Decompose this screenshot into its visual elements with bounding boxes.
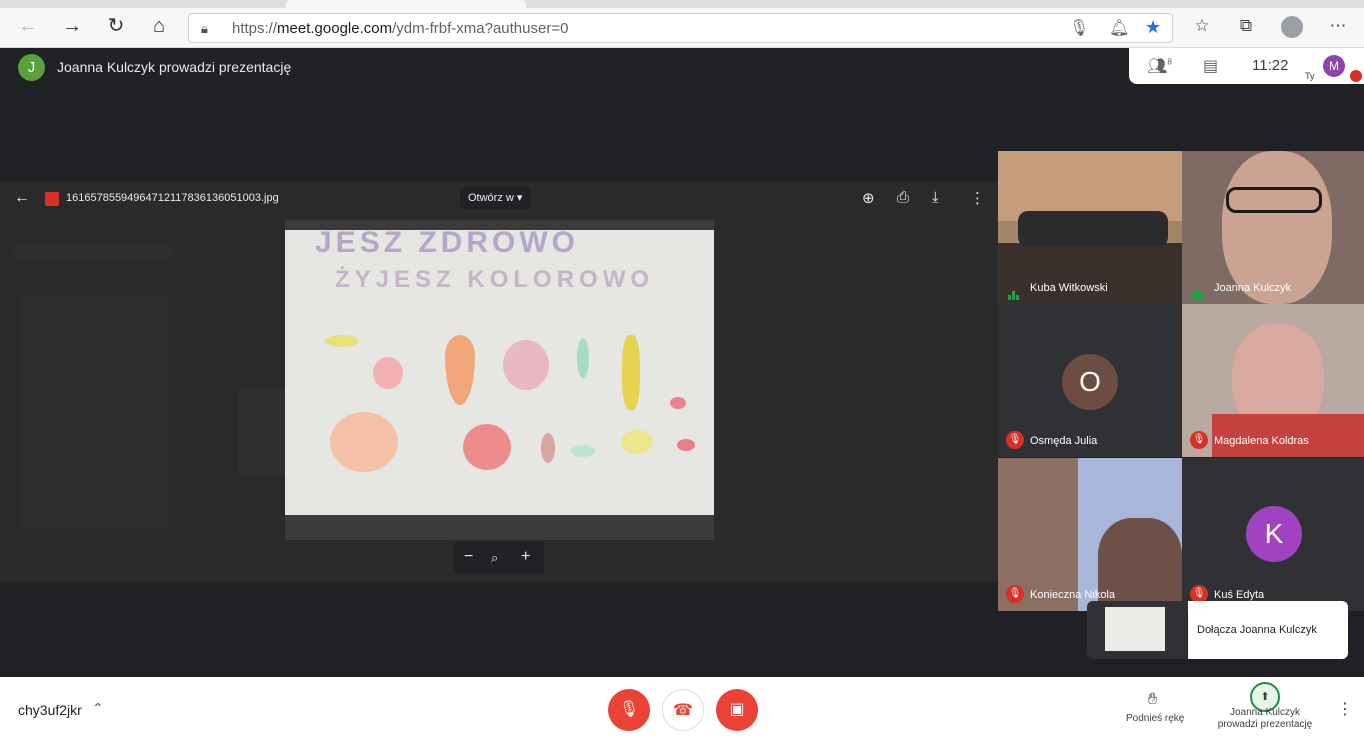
drawing-tomato <box>463 424 511 470</box>
mic-off-icon: 🎙︎ <box>1190 431 1208 449</box>
presenter-text: Joanna Kulczyk prowadzi prezentację <box>57 59 292 75</box>
video-feed <box>998 243 1182 304</box>
join-notification: Dołącza Joanna Kulczyk <box>1188 601 1348 659</box>
drawing-carrot <box>445 335 475 405</box>
tab-strip <box>0 0 1364 8</box>
raise-hand-icon[interactable]: ✋︎ <box>1148 691 1157 709</box>
background-blur <box>239 387 285 477</box>
photo-bottom-edge <box>285 515 714 540</box>
download-icon[interactable]: ⤓ <box>932 189 939 206</box>
participant-tile[interactable]: Kuba Witkowski <box>998 151 1182 304</box>
shared-screen: ← 16165785594964712117836136051003.jpg O… <box>0 182 998 582</box>
url-text: https://meet.google.com/ydm-frbf-xma?aut… <box>232 20 569 37</box>
control-bar: chy3uf2jkr ⌃ 🎙︎ ☎︎ ▣ ✋︎ Podnieś rękę ⬆ J… <box>0 677 1364 739</box>
profile-icon[interactable] <box>1281 16 1303 38</box>
drawing-lemon <box>325 335 359 347</box>
back-icon[interactable]: ← <box>16 14 40 38</box>
participant-tile[interactable]: O 🎙︎ Osmęda Julia <box>998 304 1182 457</box>
back-arrow-icon[interactable]: ← <box>14 189 30 207</box>
raise-hand-label: Podnieś rękę <box>1126 713 1185 724</box>
more-options-icon[interactable]: ⋮ <box>1337 699 1353 719</box>
zoom-out-icon[interactable]: − <box>464 548 473 566</box>
forward-icon[interactable]: → <box>60 14 84 38</box>
presenting-label: Joanna Kulczyk prowadzi prezentację <box>1217 707 1313 730</box>
zoom-controls: − ⌕ + <box>454 542 544 574</box>
participant-name: Konieczna Nikola <box>1030 589 1115 601</box>
meeting-info-panel: 👥︎8 ▤ 11:22 Ty M <box>1129 48 1364 84</box>
camera-toggle-button[interactable]: ▣ <box>716 689 758 731</box>
participant-tile[interactable]: 🎙︎ Magdalena Koldras <box>1182 304 1364 457</box>
self-view[interactable] <box>1087 601 1187 659</box>
more-vertical-icon[interactable]: ⋮ <box>970 189 985 207</box>
drawing-orange <box>330 412 398 472</box>
mic-off-icon: 🎙︎ <box>1006 431 1024 449</box>
file-name: 16165785594964712117836136051003.jpg <box>66 192 279 204</box>
mute-indicator-icon <box>1350 70 1362 82</box>
mic-icon[interactable]: 🎙︎ <box>1069 18 1089 38</box>
image-viewer-toolbar: ← 16165785594964712117836136051003.jpg O… <box>0 182 998 216</box>
open-with-button[interactable]: Otwórz w ▾ <box>460 187 531 209</box>
drawing-pear <box>621 430 653 454</box>
reload-icon[interactable]: ↻ <box>104 14 128 38</box>
chevron-up-icon[interactable]: ⌃ <box>92 700 104 717</box>
self-avatar[interactable]: M <box>1323 55 1345 77</box>
video-feed <box>1018 211 1168 247</box>
drawing-pea <box>571 445 595 457</box>
participant-tile[interactable]: 🎙︎ Konieczna Nikola <box>998 458 1182 611</box>
participant-name: Kuś Edyta <box>1214 589 1265 601</box>
self-label: Ty <box>1305 71 1315 81</box>
lock-icon[interactable]: 🔒︎ <box>201 21 215 36</box>
collections-icon[interactable]: ⧉ <box>1234 14 1258 38</box>
bell-icon[interactable]: 🔔︎ <box>1109 18 1129 38</box>
presenter-avatar: J <box>18 54 45 81</box>
drawing-apple <box>373 357 403 389</box>
zoom-in-icon[interactable]: + <box>521 548 530 566</box>
participant-tile[interactable]: K 🎙︎ Kuś Edyta <box>1182 458 1364 611</box>
people-icon[interactable]: 👥︎8 <box>1147 56 1172 76</box>
participant-name: Kuba Witkowski <box>1030 282 1108 294</box>
more-icon[interactable]: ⋯ <box>1326 14 1350 38</box>
poster-title-line1: JESZ ZDROWO <box>315 226 580 259</box>
participant-name: Magdalena Koldras <box>1214 435 1309 447</box>
background-blur <box>14 242 174 262</box>
browser-toolbar: ← → ↻ ⌂ 🔒︎ https://meet.google.com/ydm-f… <box>0 0 1364 48</box>
mic-off-icon: 🎙︎ <box>1006 585 1024 603</box>
home-icon[interactable]: ⌂ <box>147 14 171 38</box>
participant-avatar: K <box>1246 506 1302 562</box>
video-feed <box>1226 187 1322 213</box>
participant-name: Joanna Kulczyk <box>1214 282 1292 294</box>
clock: 11:22 <box>1252 57 1289 74</box>
drawing-cherry <box>670 397 686 409</box>
poster-title-line2: ŻYJESZ KOLOROWO <box>335 266 655 293</box>
speaking-icon <box>1008 282 1022 300</box>
mic-toggle-button[interactable]: 🎙︎ <box>608 689 650 731</box>
star-icon[interactable]: ★ <box>1145 17 1161 38</box>
drawing-beet <box>503 340 549 390</box>
meeting-code[interactable]: chy3uf2jkr <box>18 702 82 718</box>
shared-photo: JESZ ZDROWO ŻYJESZ KOLOROWO <box>285 220 714 540</box>
participant-name: Osmęda Julia <box>1030 435 1098 447</box>
speaking-icon <box>1192 282 1206 300</box>
drawing-potato <box>541 433 555 463</box>
active-tab[interactable] <box>286 0 526 8</box>
participant-tile[interactable]: Joanna Kulczyk <box>1182 151 1364 304</box>
address-bar[interactable]: 🔒︎ https://meet.google.com/ydm-frbf-xma?… <box>188 13 1173 43</box>
participant-avatar: O <box>1062 354 1118 410</box>
add-to-drive-icon[interactable]: ⊕ <box>862 189 875 207</box>
print-icon[interactable]: ⎙ <box>897 189 909 206</box>
self-view-thumbnail <box>1105 607 1165 651</box>
chat-icon[interactable]: ▤ <box>1203 56 1218 76</box>
drawing-cucumber <box>577 338 589 378</box>
drawing-banana <box>622 335 640 410</box>
favorites-icon[interactable]: ☆ <box>1190 14 1214 38</box>
zoom-icon[interactable]: ⌕ <box>491 550 498 566</box>
leave-call-button[interactable]: ☎︎ <box>662 689 704 731</box>
drawing-cherries <box>677 439 695 451</box>
background-blur <box>20 292 170 532</box>
image-file-icon <box>45 192 59 206</box>
